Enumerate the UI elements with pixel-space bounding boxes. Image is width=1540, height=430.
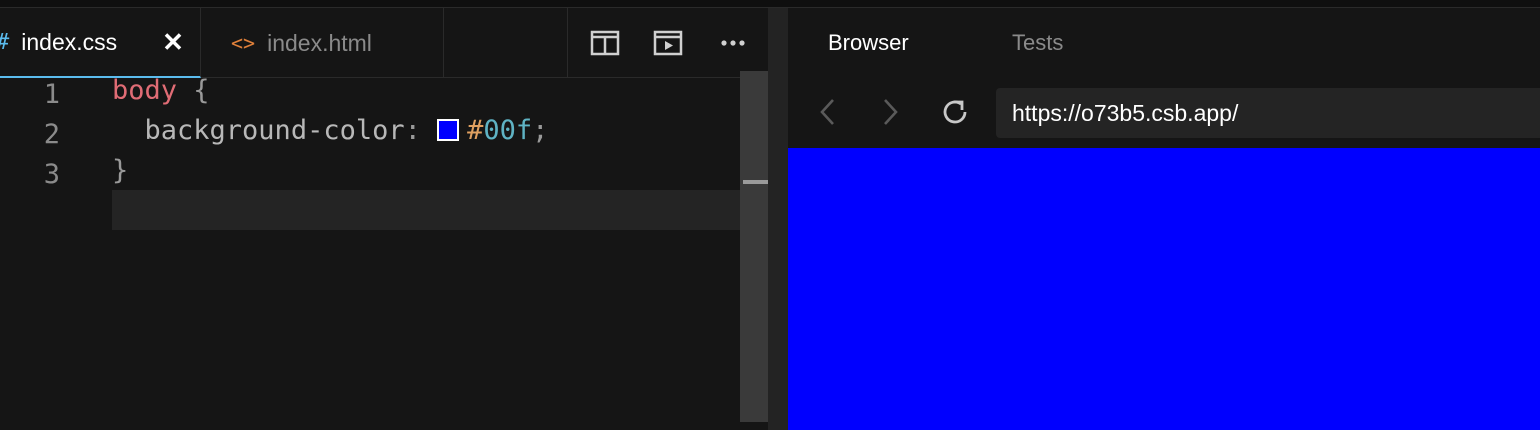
- editor-scrollbar[interactable]: [740, 71, 768, 422]
- forward-arrow-icon[interactable]: [874, 94, 906, 130]
- tab-index-css[interactable]: # index.css ✕: [0, 8, 201, 78]
- css-value: 00f: [483, 115, 533, 146]
- browser-nav-bar: https://o73b5.csb.app/: [788, 78, 1540, 148]
- html-file-icon: <>: [231, 31, 256, 55]
- editor-tab-bar: # index.css ✕ <> index.html: [0, 8, 768, 78]
- brace-close: }: [112, 155, 129, 186]
- line-number: 3: [43, 159, 60, 190]
- code-line[interactable]: body {: [112, 71, 210, 111]
- back-arrow-icon[interactable]: [812, 94, 844, 130]
- scrollbar-marker: [743, 180, 768, 184]
- close-icon[interactable]: ✕: [162, 28, 184, 56]
- colon: :: [404, 115, 438, 146]
- preview-icon[interactable]: [653, 29, 683, 57]
- css-selector: body: [112, 75, 178, 106]
- editor-toolbar: [567, 8, 768, 78]
- refresh-icon[interactable]: [940, 94, 972, 130]
- css-file-icon: #: [0, 30, 9, 55]
- current-line-highlight: [112, 190, 740, 230]
- tab-index-html[interactable]: <> index.html: [201, 8, 444, 78]
- address-bar[interactable]: https://o73b5.csb.app/: [996, 88, 1540, 138]
- tab-tests[interactable]: Tests: [1012, 30, 1063, 56]
- brace-open: {: [177, 75, 210, 106]
- more-options-icon[interactable]: [718, 29, 748, 57]
- browser-preview-pane: Browser Tests https://o73b5.csb.app/: [788, 8, 1540, 430]
- window-top-strip: [0, 0, 1540, 8]
- line-number: 2: [43, 119, 60, 150]
- hash-symbol: #: [467, 115, 484, 146]
- code-line[interactable]: }: [112, 151, 128, 191]
- tab-label: index.css: [21, 28, 118, 55]
- tab-label: index.html: [267, 29, 372, 56]
- preview-tab-bar: Browser Tests: [788, 8, 1540, 78]
- tab-browser[interactable]: Browser: [828, 30, 909, 56]
- code-line[interactable]: background-color: #00f;: [112, 111, 549, 151]
- color-swatch-icon[interactable]: [437, 119, 460, 141]
- pane-resize-divider[interactable]: [768, 8, 788, 430]
- browser-viewport[interactable]: [788, 148, 1540, 430]
- split-view-icon[interactable]: [590, 29, 620, 57]
- line-number: 1: [43, 79, 60, 110]
- semicolon: ;: [532, 115, 549, 146]
- css-property: background-color: [144, 115, 405, 146]
